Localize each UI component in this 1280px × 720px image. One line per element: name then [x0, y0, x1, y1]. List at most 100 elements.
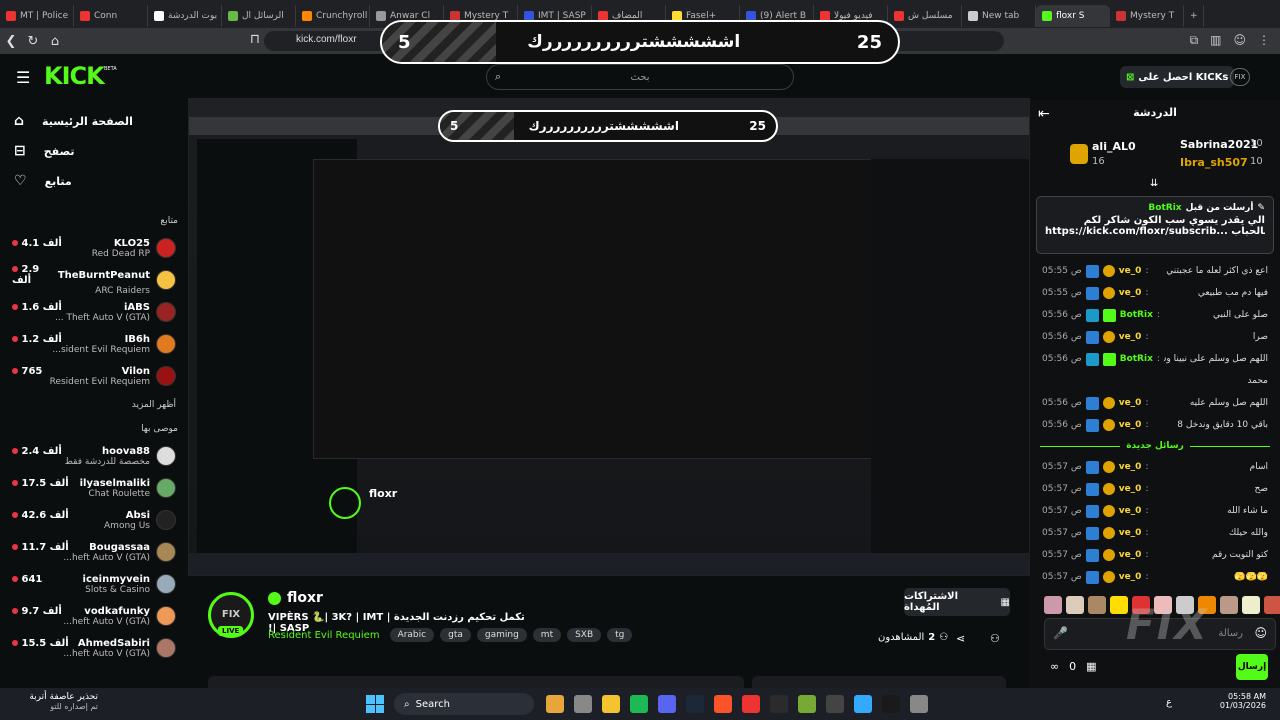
reload-icon[interactable]: ↻: [22, 34, 44, 49]
menu-icon[interactable]: ⋮: [1258, 33, 1270, 48]
emote-icon[interactable]: [1066, 596, 1084, 614]
bookmark-icon[interactable]: ⊓: [244, 32, 266, 47]
message-user[interactable]: ve_0: [1119, 332, 1142, 342]
taskbar-app-icon[interactable]: [742, 695, 760, 713]
sidebar-channel[interactable]: 11.7 ألف Bougassaa ...heft Auto V (GTA): [0, 536, 188, 568]
stream-tag[interactable]: Arabic: [389, 628, 435, 642]
emote-icon[interactable]: [1044, 596, 1062, 614]
hamburger-icon[interactable]: ☰: [16, 68, 30, 87]
stream-tag[interactable]: mt: [532, 628, 562, 642]
browser-tab[interactable]: مسلسل ش: [888, 5, 962, 27]
message-user[interactable]: BotRix: [1120, 310, 1153, 320]
taskbar-app-icon[interactable]: [686, 695, 704, 713]
browser-tab[interactable]: Mystery T: [1110, 5, 1184, 27]
emote-icon[interactable]: [1242, 596, 1260, 614]
message-user[interactable]: ve_0: [1119, 572, 1142, 582]
kick-logo[interactable]: KICK: [44, 62, 105, 90]
message-user[interactable]: ve_0: [1119, 506, 1142, 516]
sidebar-nav-item[interactable]: ⌂ الصفحة الرئيسية: [0, 106, 188, 136]
taskbar-app-icon[interactable]: [714, 695, 732, 713]
browser-tab[interactable]: الرسائل ال: [222, 5, 296, 27]
channel-name[interactable]: floxr: [287, 590, 323, 606]
sidebar-nav-item[interactable]: ♡ متابع: [0, 166, 188, 196]
emote-icon[interactable]: [1220, 596, 1238, 614]
taskbar-app-icon[interactable]: [854, 695, 872, 713]
language-indicator[interactable]: ع: [1166, 697, 1172, 708]
follow-icon[interactable]: ⚇: [990, 632, 1000, 645]
gift-icon[interactable]: ▦: [1086, 660, 1096, 673]
video-player[interactable]: floxr: [188, 98, 1030, 576]
taskbar-app-icon[interactable]: [546, 695, 564, 713]
game-link[interactable]: Resident Evil Requiem: [268, 630, 380, 641]
stream-tag[interactable]: gaming: [476, 628, 527, 642]
taskbar-app-icon[interactable]: [910, 695, 928, 713]
sidebar-channel[interactable]: 641 iceinmyvein Slots & Casino: [0, 568, 188, 600]
pinned-link[interactable]: https://kick.com/floxr/subscrib...: [1045, 226, 1228, 237]
sidebar-channel[interactable]: 4.1 ألف KLO25 Red Dead RP: [0, 232, 188, 264]
infinity-icon[interactable]: ∞: [1050, 660, 1059, 673]
taskbar-app-icon[interactable]: [658, 695, 676, 713]
expand-icon[interactable]: ⇊: [1150, 178, 1158, 189]
browser-tab[interactable]: New tab: [962, 5, 1036, 27]
taskbar-app-icon[interactable]: [770, 695, 788, 713]
sidebar-channel[interactable]: 15.5 ألف AhmedSabiri ...heft Auto V (GTA): [0, 632, 188, 664]
search-input[interactable]: بحث ⌕: [486, 64, 794, 90]
sidebar-channel[interactable]: 2.4 ألف hoova88 مخصصة للدردشة فقط: [0, 440, 188, 472]
share-icon[interactable]: ⋖: [956, 632, 965, 645]
sidebar-channel[interactable]: 1.6 ألف iABS... Theft Auto V (GTA): [0, 296, 188, 328]
sidebar-channel[interactable]: 765 Vilon Resident Evil Requiem: [0, 360, 188, 392]
sidebar-channel[interactable]: 42.6 ألف Absi Among Us: [0, 504, 188, 536]
url-text[interactable]: kick.com/floxr: [296, 34, 357, 45]
emote-icon[interactable]: [1088, 596, 1106, 614]
message-user[interactable]: BotRix: [1120, 354, 1153, 364]
message-user[interactable]: ve_0: [1119, 528, 1142, 538]
stream-tag[interactable]: gta: [440, 628, 471, 642]
browser-tab[interactable]: MT | Police: [0, 5, 74, 27]
weather-widget[interactable]: تحذير عاصفة أتربة تم إصداره للتو: [8, 692, 98, 711]
sidebar-nav-item[interactable]: ⊟ تصفح: [0, 136, 188, 166]
browser-tab[interactable]: بوت الدردشة: [148, 5, 222, 27]
browser-tab[interactable]: Conn: [74, 5, 148, 27]
browser-tab[interactable]: floxr S: [1036, 5, 1110, 27]
puzzle-icon[interactable]: ⧉: [1190, 33, 1199, 48]
message-user[interactable]: ve_0: [1119, 550, 1142, 560]
windows-start-icon[interactable]: [366, 695, 384, 713]
sidebar-channel[interactable]: 17.5 ألف ilyaselmaliki Chat Roulette: [0, 472, 188, 504]
message-user[interactable]: ve_0: [1119, 420, 1142, 430]
poll-right-count: 25: [856, 31, 882, 53]
sidebar-channel[interactable]: 1.2 ألف IB6h ...sident Evil Requiem: [0, 328, 188, 360]
clock[interactable]: 05:58 AM 01/03/2026: [1218, 692, 1266, 710]
message-user[interactable]: ve_0: [1119, 462, 1142, 472]
stream-tag[interactable]: SXB: [567, 628, 602, 642]
taskbar-search[interactable]: ⌕ Search: [394, 693, 534, 715]
sidepanel-icon[interactable]: ▥: [1210, 33, 1221, 48]
message-user[interactable]: ve_0: [1119, 484, 1142, 494]
live-dot-icon: [12, 575, 18, 582]
sidebar-channel[interactable]: 2.9 ألف TheBurntPeanut ARC Raiders: [0, 264, 188, 296]
message-user[interactable]: ve_0: [1119, 266, 1142, 276]
stream-tag[interactable]: tg: [607, 628, 633, 642]
taskbar-app-icon[interactable]: [574, 695, 592, 713]
taskbar-app-icon[interactable]: [602, 695, 620, 713]
get-kicks-button[interactable]: ⊠ احصل على KICKs: [1120, 66, 1235, 88]
user-avatar[interactable]: FIX: [1230, 68, 1250, 86]
tab-favicon-icon: [1116, 11, 1126, 21]
emoji-icon[interactable]: ☺: [1254, 626, 1267, 640]
message-user[interactable]: ve_0: [1119, 398, 1142, 408]
show-more-link[interactable]: أظهر المزيد: [0, 392, 188, 418]
taskbar-app-icon[interactable]: [630, 695, 648, 713]
browser-tab[interactable]: Crunchyroll: [296, 5, 370, 27]
taskbar-app-icon[interactable]: [882, 695, 900, 713]
gift-subs-button[interactable]: الاشتراكات المُهداة ▦: [904, 588, 1010, 616]
taskbar-app-icon[interactable]: [826, 695, 844, 713]
send-button[interactable]: إرسال: [1236, 654, 1268, 680]
profile-icon[interactable]: ☺: [1233, 33, 1246, 48]
back-icon[interactable]: ❮: [0, 34, 22, 49]
message-user[interactable]: ve_0: [1119, 288, 1142, 298]
new-tab-button[interactable]: +: [1184, 5, 1204, 27]
emote-icon[interactable]: [1264, 596, 1280, 614]
home-icon[interactable]: ⌂: [44, 34, 66, 49]
taskbar-app-icon[interactable]: [798, 695, 816, 713]
microphone-icon[interactable]: 🎤: [1053, 626, 1068, 640]
sidebar-channel[interactable]: 9.7 ألف vodkafunky ...heft Auto V (GTA): [0, 600, 188, 632]
